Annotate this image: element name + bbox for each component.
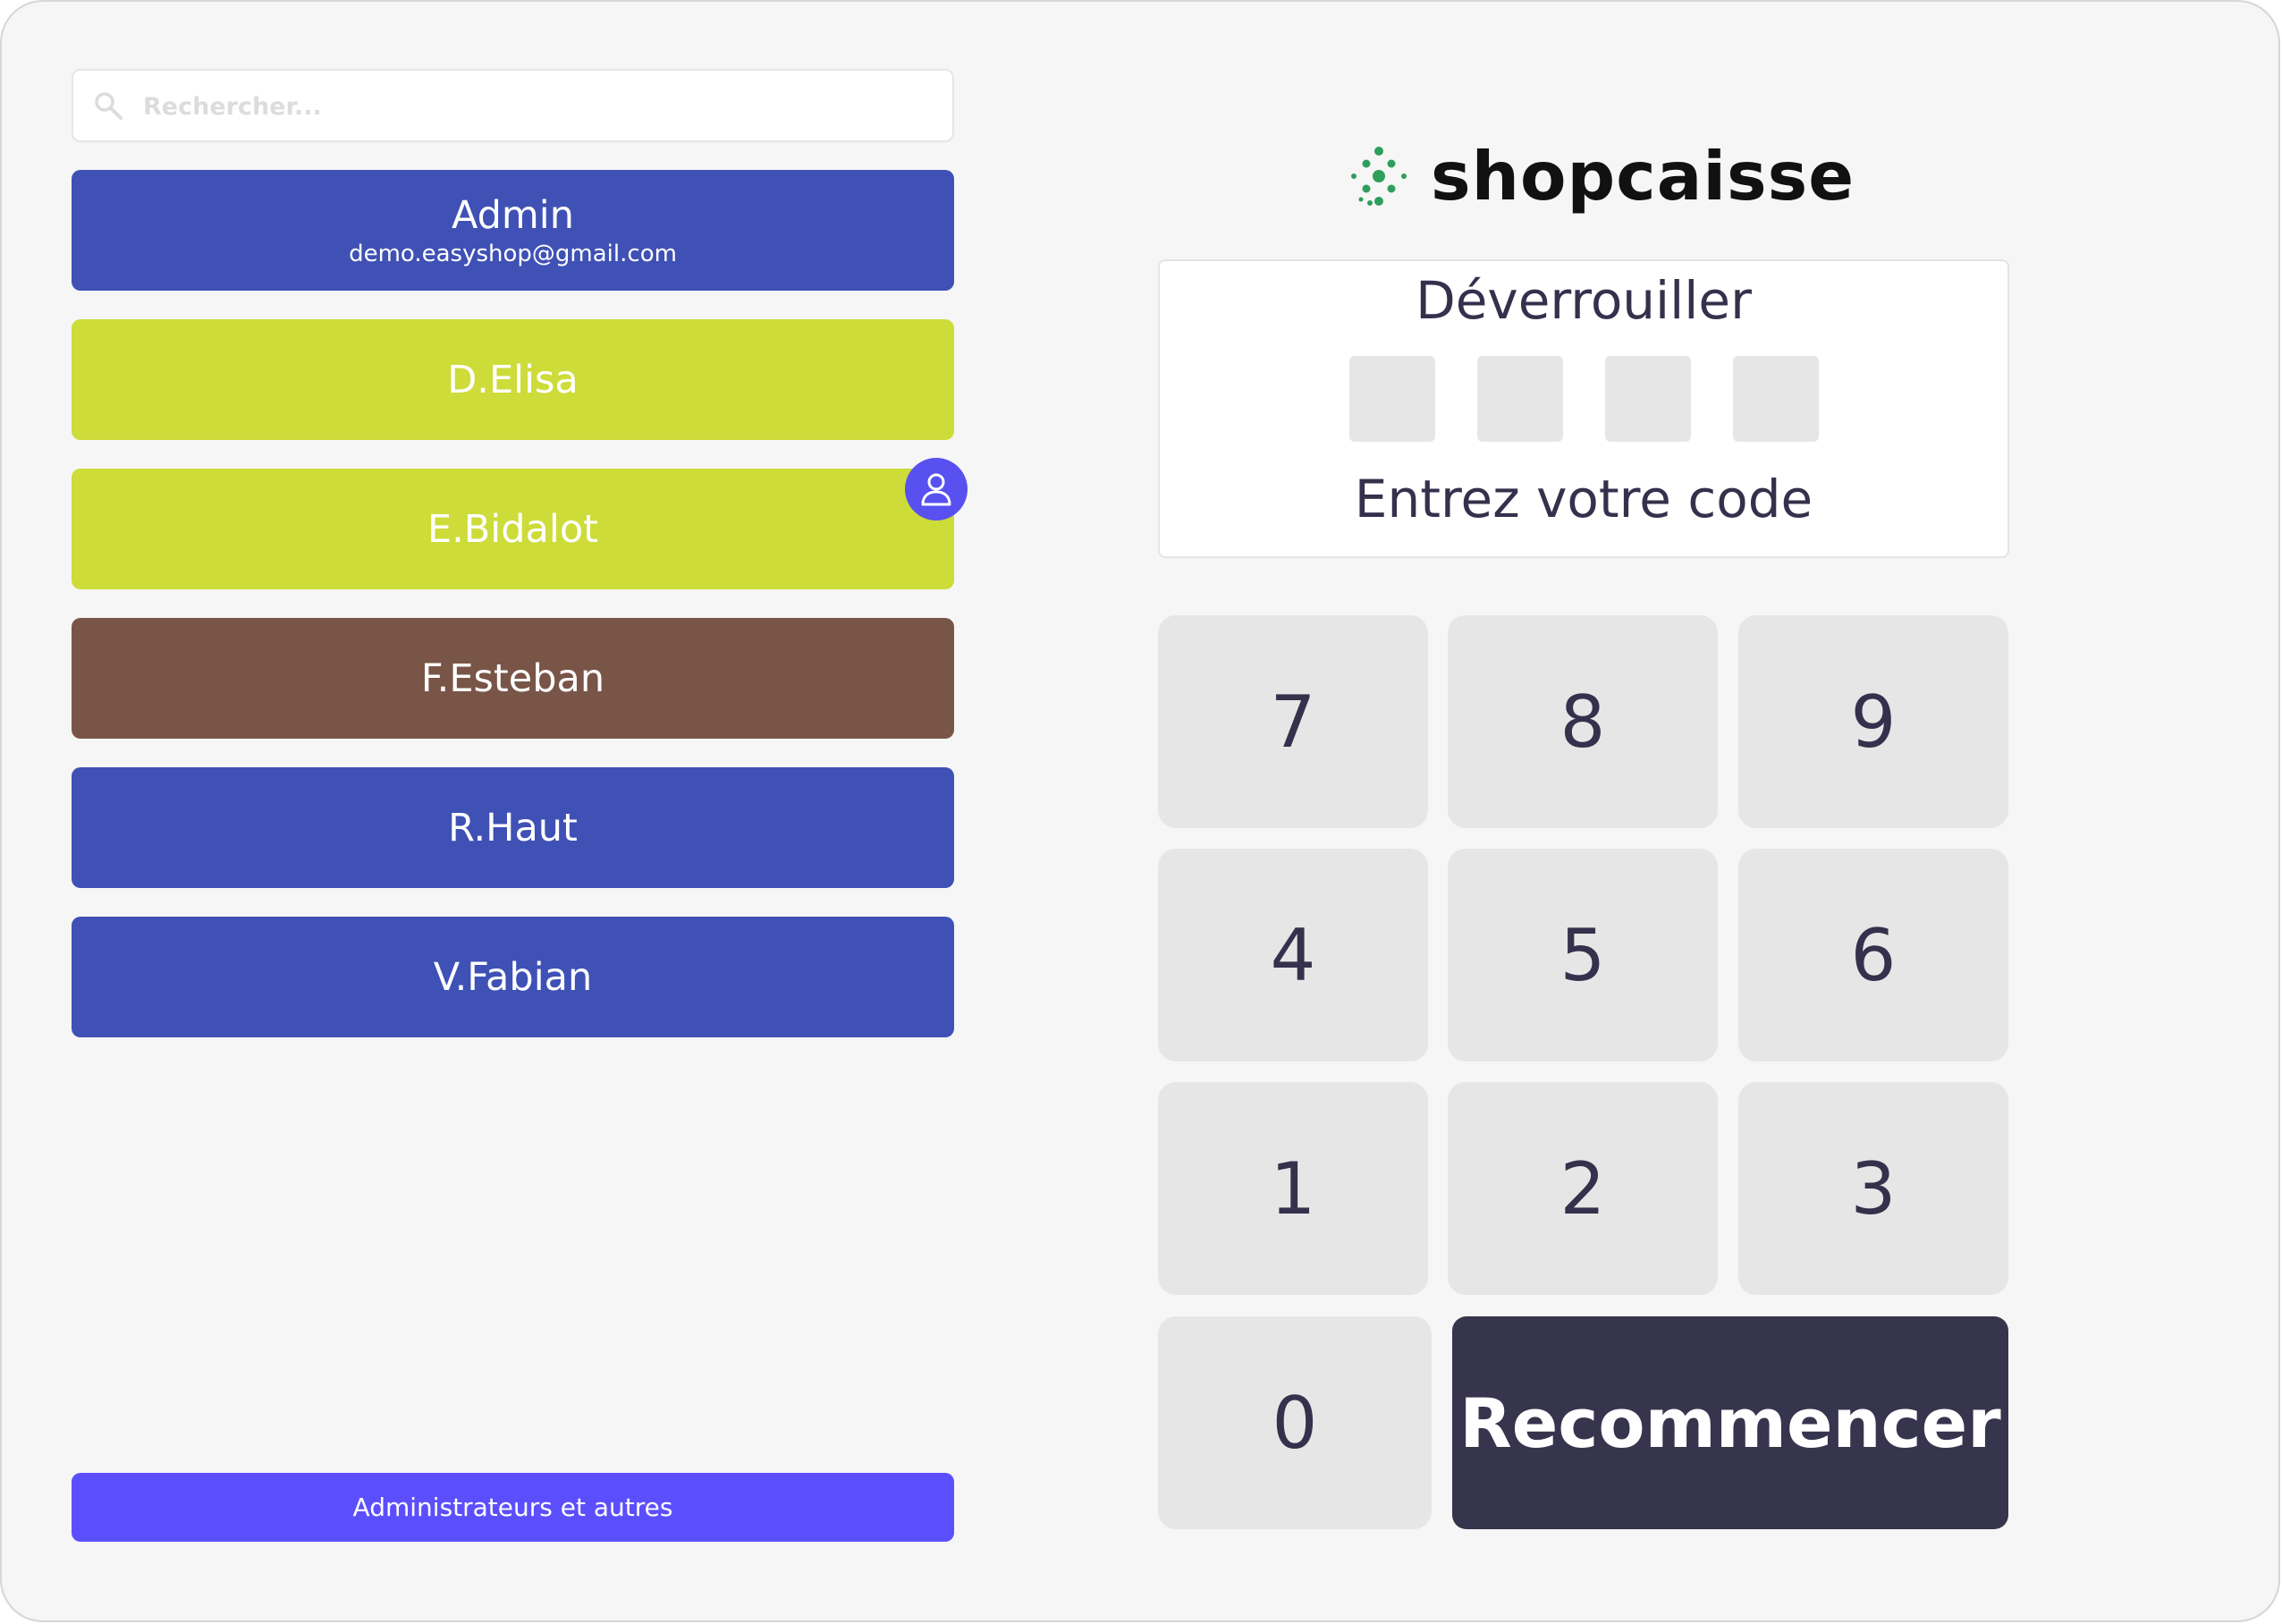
user-name: R.Haut xyxy=(448,805,578,850)
pin-indicator xyxy=(1349,356,1819,442)
shopcaisse-logo-icon xyxy=(1351,147,1407,206)
pin-digit-box xyxy=(1605,356,1691,442)
key-1[interactable]: 1 xyxy=(1158,1082,1428,1295)
search-input[interactable] xyxy=(141,71,932,142)
user-name: D.Elisa xyxy=(447,357,579,402)
app-window: Admin demo.easyshop@gmail.com D.Elisa E.… xyxy=(0,0,2280,1622)
key-0[interactable]: 0 xyxy=(1158,1316,1432,1529)
user-name: E.Bidalot xyxy=(427,506,599,552)
user-name: Admin xyxy=(451,192,575,238)
user-button-d-elisa[interactable]: D.Elisa xyxy=(72,319,954,440)
key-8[interactable]: 8 xyxy=(1448,615,1718,828)
user-email: demo.easyshop@gmail.com xyxy=(349,240,677,267)
user-icon xyxy=(921,473,951,506)
key-5[interactable]: 5 xyxy=(1448,849,1718,1062)
brand-name: shopcaisse xyxy=(1431,137,1855,216)
user-name: V.Fabian xyxy=(433,954,593,1000)
reset-button[interactable]: Recommencer xyxy=(1452,1316,2008,1529)
unlock-title: Déverrouiller xyxy=(1416,270,1752,331)
key-7[interactable]: 7 xyxy=(1158,615,1428,828)
brand-logo: shopcaisse xyxy=(1343,136,1855,216)
pin-digit-box xyxy=(1349,356,1435,442)
user-button-f-esteban[interactable]: F.Esteban xyxy=(72,618,954,739)
unlock-panel: Déverrouiller Entrez votre code xyxy=(1158,259,2009,558)
key-2[interactable]: 2 xyxy=(1448,1082,1718,1295)
pin-digit-box xyxy=(1477,356,1563,442)
key-6[interactable]: 6 xyxy=(1738,849,2008,1062)
search-icon xyxy=(95,92,123,120)
admins-and-others-button[interactable]: Administrateurs et autres xyxy=(72,1473,954,1542)
key-4[interactable]: 4 xyxy=(1158,849,1428,1062)
user-button-admin[interactable]: Admin demo.easyshop@gmail.com xyxy=(72,170,954,291)
user-button-v-fabian[interactable]: V.Fabian xyxy=(72,917,954,1037)
current-user-badge xyxy=(905,458,968,520)
user-name: F.Esteban xyxy=(420,656,605,701)
unlock-hint: Entrez votre code xyxy=(1354,469,1813,529)
search-box[interactable] xyxy=(72,69,954,142)
key-9[interactable]: 9 xyxy=(1738,615,2008,828)
user-button-e-bidalot[interactable]: E.Bidalot xyxy=(72,469,954,589)
pin-digit-box xyxy=(1733,356,1819,442)
key-3[interactable]: 3 xyxy=(1738,1082,2008,1295)
user-button-r-haut[interactable]: R.Haut xyxy=(72,767,954,888)
